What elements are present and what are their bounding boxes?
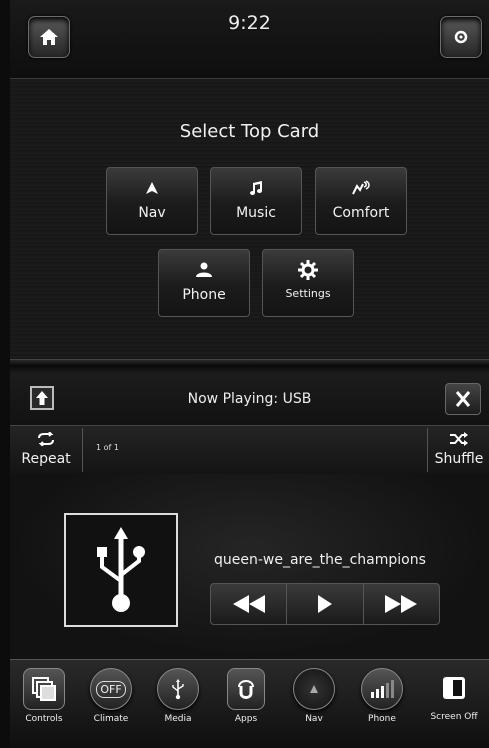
rewind-button[interactable] xyxy=(211,584,288,624)
settings-button[interactable] xyxy=(440,16,482,58)
card-button-settings[interactable]: Settings xyxy=(262,249,354,317)
dock-item-apps[interactable]: Apps xyxy=(216,668,276,724)
media-player: queen-we_are_the_champions xyxy=(10,474,489,658)
dock-item-label: Screen Off xyxy=(430,712,478,722)
dock-item-label: Climate xyxy=(93,714,129,724)
now-playing-header: Now Playing: USB xyxy=(10,374,489,424)
panel-title: Select Top Card xyxy=(179,121,320,142)
apps-icon xyxy=(238,680,254,699)
transport-controls xyxy=(210,583,440,625)
signal-bars-icon xyxy=(371,680,394,698)
dock-item-label: Media xyxy=(164,714,192,724)
fast-forward-button[interactable] xyxy=(364,584,439,624)
screen-off-icon xyxy=(443,677,465,699)
compass-icon xyxy=(310,685,318,693)
song-title: queen-we_are_the_champions xyxy=(214,552,426,568)
playback-options-bar: Repeat 1 of 1 Shuffle xyxy=(10,425,489,475)
nav-arrow-icon xyxy=(146,182,158,194)
dock-item-nav[interactable]: Nav xyxy=(284,668,344,724)
select-top-card-panel: Select Top Card Nav Music Comfort Phone xyxy=(10,79,489,359)
card-button-music[interactable]: Music xyxy=(210,167,302,235)
music-note-icon xyxy=(250,181,262,195)
seat-fan-icon xyxy=(352,180,370,195)
usb-icon xyxy=(97,527,145,612)
repeat-icon xyxy=(38,431,54,447)
gear-icon xyxy=(454,30,468,44)
now-playing-title: Now Playing: USB xyxy=(187,391,312,407)
dock-item-screen-off[interactable]: Screen Off xyxy=(424,668,484,722)
card-button-label: Comfort xyxy=(332,205,390,221)
dock-item-label: Nav xyxy=(305,714,323,724)
close-button[interactable] xyxy=(445,383,481,415)
divider xyxy=(10,359,489,375)
card-button-phone[interactable]: Phone xyxy=(158,249,250,317)
shuffle-button[interactable]: Shuffle xyxy=(427,428,489,472)
shuffle-label: Shuffle xyxy=(434,451,484,467)
bottom-dock: Controls OFF Climate Media Apps Nav Phon… xyxy=(10,659,489,748)
play-button[interactable] xyxy=(287,584,364,624)
track-count: 1 of 1 xyxy=(96,443,119,452)
dock-item-controls[interactable]: Controls xyxy=(14,668,74,724)
status-bar: 9:22 xyxy=(10,0,489,79)
dock-item-climate[interactable]: OFF Climate xyxy=(81,668,141,724)
album-art xyxy=(64,513,178,627)
dock-item-phone[interactable]: Phone xyxy=(352,668,412,724)
card-button-label: Phone xyxy=(182,287,226,303)
dock-item-media[interactable]: Media xyxy=(148,668,208,724)
card-button-comfort[interactable]: Comfort xyxy=(315,167,407,235)
controls-icon xyxy=(32,677,56,701)
card-button-label: Settings xyxy=(285,287,331,300)
uconnect-screen: 9:22 Select Top Card Nav Music Comfort P… xyxy=(10,0,489,748)
card-button-nav[interactable]: Nav xyxy=(106,167,198,235)
card-button-label: Music xyxy=(236,205,276,221)
rewind-icon xyxy=(232,595,265,613)
dock-item-label: Controls xyxy=(25,714,63,724)
close-icon xyxy=(455,391,471,407)
card-button-label: Nav xyxy=(138,205,166,221)
play-icon xyxy=(317,595,332,613)
repeat-label: Repeat xyxy=(21,451,71,467)
climate-off-icon: OFF xyxy=(90,668,132,710)
gear-icon xyxy=(298,260,318,280)
fast-forward-icon xyxy=(385,595,418,613)
usb-icon xyxy=(172,679,184,700)
climate-off-badge: OFF xyxy=(96,680,126,698)
dock-item-label: Phone xyxy=(368,714,396,724)
repeat-button[interactable]: Repeat xyxy=(10,428,83,472)
dock-item-label: Apps xyxy=(234,714,258,724)
shuffle-icon xyxy=(450,432,468,446)
clock: 9:22 xyxy=(228,12,271,34)
person-icon xyxy=(196,262,212,277)
